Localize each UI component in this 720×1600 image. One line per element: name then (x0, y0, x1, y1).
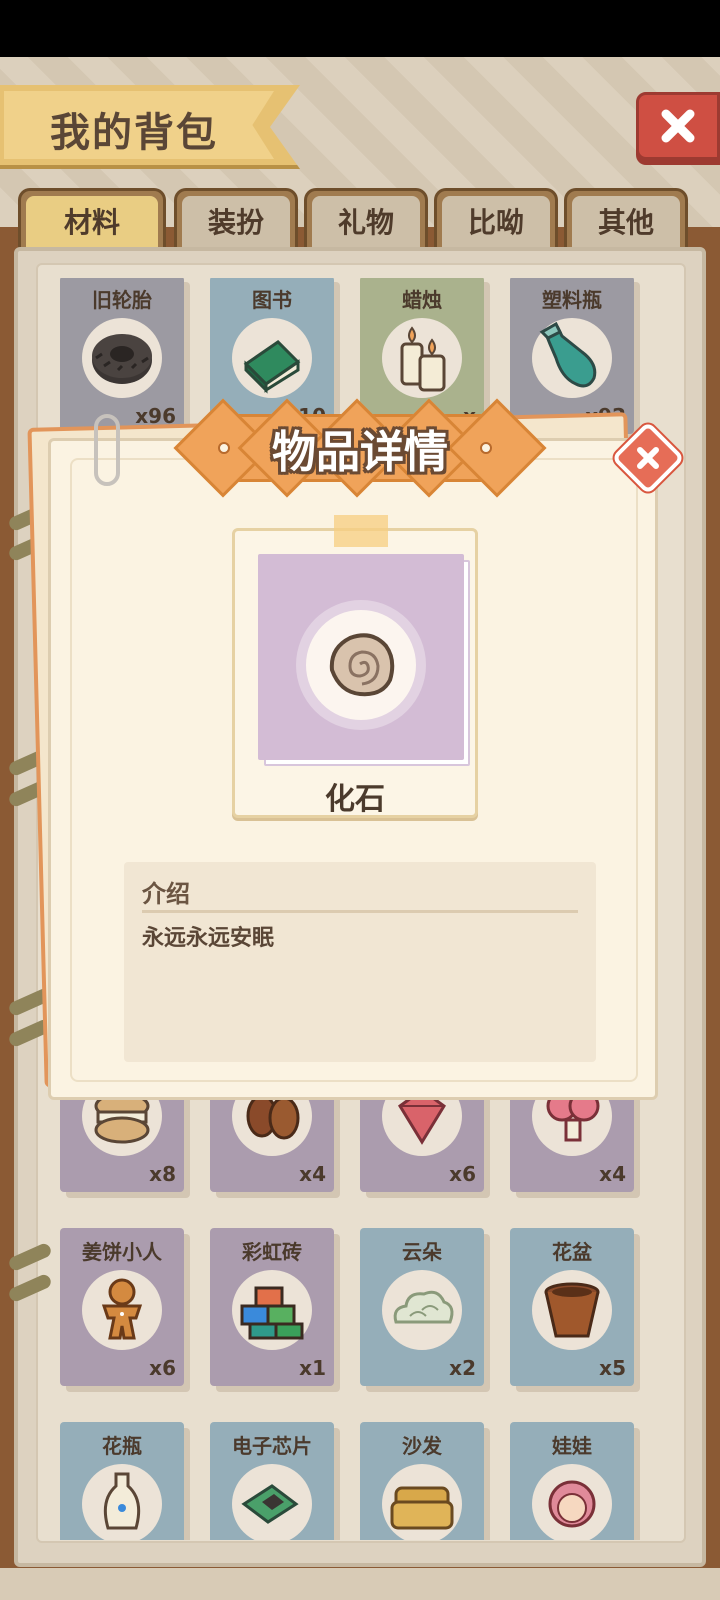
item-card[interactable]: 姜饼小人 x6 (60, 1228, 190, 1392)
item-name: 旧轮胎 (92, 288, 152, 312)
doll-icon (548, 1480, 596, 1528)
item-quantity: x4 (299, 1162, 326, 1186)
item-quantity: x4 (599, 1162, 626, 1186)
fossil-icon (329, 633, 395, 697)
item-name: 娃娃 (552, 1434, 592, 1458)
close-backpack-button[interactable] (636, 92, 720, 160)
candle-icon (400, 326, 446, 392)
item-name: 花瓶 (102, 1434, 142, 1458)
item-card[interactable]: 沙发 (360, 1422, 490, 1540)
item-card[interactable]: 彩虹砖 x1 (210, 1228, 340, 1392)
item-quantity: x8 (149, 1162, 176, 1186)
item-name: 彩虹砖 (242, 1240, 302, 1264)
item-card[interactable]: 云朵 x2 (360, 1228, 490, 1392)
tab-gifts[interactable]: 礼物 (304, 188, 428, 250)
paperclip-icon (94, 414, 120, 486)
item-name: 沙发 (402, 1434, 442, 1458)
item-name: 云朵 (402, 1240, 442, 1264)
tab-label: 其他 (597, 205, 654, 239)
tab-label: 装扮 (207, 205, 264, 239)
bottom-bar (0, 1568, 720, 1600)
item-name: 电子芯片 (232, 1434, 312, 1458)
item-name: 花盆 (552, 1240, 592, 1264)
tab-other[interactable]: 其他 (564, 188, 688, 250)
description-text: 永远永远安眠 (142, 926, 275, 951)
tape-decoration (334, 515, 388, 547)
category-tabs: 材料 装扮 礼物 比呦 其他 (18, 188, 702, 250)
item-quantity: x6 (149, 1356, 176, 1380)
cloud-icon (393, 1290, 454, 1324)
item-card[interactable]: 花盆 x5 (510, 1228, 640, 1392)
close-icon (637, 447, 659, 469)
tab-materials[interactable]: 材料 (18, 188, 166, 250)
close-icon (661, 109, 695, 143)
tab-biyou[interactable]: 比呦 (434, 188, 558, 250)
divider (142, 910, 578, 913)
item-name: 蜡烛 (402, 288, 442, 312)
tab-outfits[interactable]: 装扮 (174, 188, 298, 250)
status-bar (0, 0, 720, 57)
chip-icon (241, 1484, 299, 1524)
modal-title: 物品详情 (272, 427, 448, 478)
item-name: 塑料瓶 (542, 288, 602, 312)
book-icon (243, 340, 301, 394)
rainbow-brick-icon (240, 1286, 304, 1340)
flowerpot-icon (544, 1282, 600, 1338)
item-card[interactable]: 电子芯片 (210, 1422, 340, 1540)
description-box (124, 862, 596, 1062)
vase-icon (103, 1472, 141, 1530)
gingerbread-icon (101, 1278, 143, 1340)
item-card[interactable]: 花瓶 (60, 1422, 190, 1540)
item-name: 图书 (252, 288, 292, 312)
tab-label: 材料 (63, 205, 120, 239)
item-quantity: x6 (449, 1162, 476, 1186)
item-quantity: x2 (449, 1356, 476, 1380)
item-quantity: x1 (299, 1356, 326, 1380)
tire-icon (92, 334, 152, 384)
item-quantity: x5 (599, 1356, 626, 1380)
tab-label: 礼物 (337, 205, 394, 239)
item-name: 姜饼小人 (82, 1240, 162, 1264)
item-name-label: 化石 (325, 782, 385, 817)
bottle-icon (539, 321, 597, 388)
page-title: 我的背包 (50, 110, 218, 156)
item-card[interactable]: 旧轮胎 x96 (60, 278, 190, 440)
item-card[interactable]: 娃娃 (510, 1422, 640, 1540)
tab-label: 比呦 (467, 205, 524, 239)
sofa-icon (390, 1486, 454, 1530)
description-heading: 介绍 (142, 880, 190, 908)
